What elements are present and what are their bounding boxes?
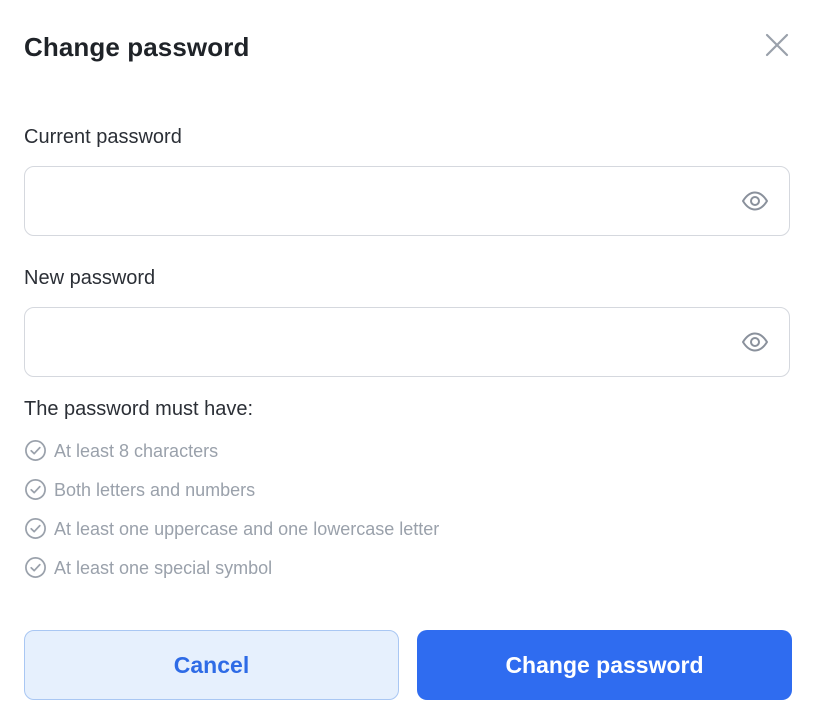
- requirement-text: Both letters and numbers: [54, 480, 256, 500]
- new-password-visibility-toggle[interactable]: [741, 330, 769, 354]
- requirement-letters-numbers: Both letters and numbers: [24, 478, 439, 517]
- dialog-title: Change password: [24, 32, 250, 62]
- close-icon: [765, 33, 789, 57]
- current-password-label: Current password: [24, 126, 182, 148]
- eye-icon: [742, 332, 768, 352]
- requirement-text: At least one uppercase and one lowercase…: [54, 519, 440, 539]
- eye-icon: [742, 191, 768, 211]
- check-circle-icon: [25, 557, 46, 578]
- check-circle-icon: [25, 440, 46, 461]
- check-circle-icon: [25, 479, 46, 500]
- check-circle-icon: [25, 518, 46, 539]
- close-button[interactable]: [762, 30, 792, 60]
- requirement-mixed-case: At least one uppercase and one lowercase…: [24, 517, 439, 556]
- new-password-label: New password: [24, 267, 156, 289]
- change-password-button[interactable]: Change password: [417, 630, 792, 700]
- requirement-text: At least one special symbol: [54, 558, 273, 578]
- cancel-button[interactable]: Cancel: [24, 630, 399, 700]
- current-password-input[interactable]: [41, 167, 735, 237]
- requirement-text: At least 8 characters: [54, 441, 219, 461]
- requirements-list: At least 8 characters Both letters and n…: [24, 439, 439, 595]
- new-password-input[interactable]: [41, 308, 735, 378]
- requirement-special-symbol: At least one special symbol: [24, 556, 439, 595]
- current-password-field-wrapper: [24, 166, 790, 237]
- requirements-heading: The password must have:: [24, 398, 253, 420]
- new-password-field-wrapper: [24, 307, 790, 378]
- current-password-visibility-toggle[interactable]: [741, 189, 769, 213]
- requirement-min-length: At least 8 characters: [24, 439, 439, 478]
